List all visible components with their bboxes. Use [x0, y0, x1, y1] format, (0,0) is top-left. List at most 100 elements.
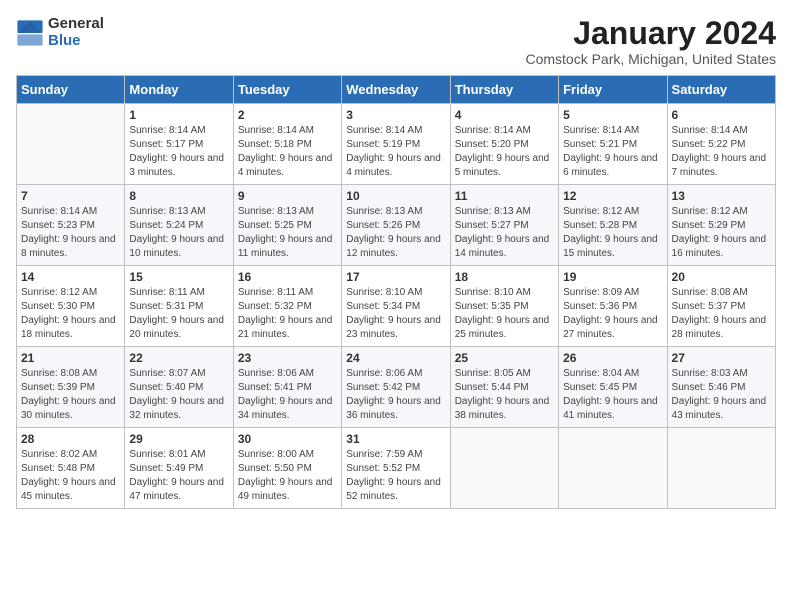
day-info: Sunrise: 8:08 AMSunset: 5:39 PMDaylight:… [21, 367, 120, 423]
day-number: 3 [346, 108, 445, 122]
logo-blue-text: Blue [48, 33, 104, 50]
calendar-cell: 29 Sunrise: 8:01 AMSunset: 5:49 PMDayligh… [125, 428, 233, 509]
day-info: Sunrise: 8:13 AMSunset: 5:27 PMDaylight:… [455, 205, 554, 261]
calendar-week-row: 7 Sunrise: 8:14 AMSunset: 5:23 PMDaylight… [17, 185, 776, 266]
logo: General Blue [16, 16, 104, 49]
logo-icon [16, 19, 44, 47]
day-number: 20 [672, 270, 771, 284]
day-number: 24 [346, 351, 445, 365]
day-info: Sunrise: 8:14 AMSunset: 5:18 PMDaylight:… [238, 124, 337, 180]
calendar-cell: 30Sunrise: 8:00 AMSunset: 5:50 PMDayligh… [233, 428, 341, 509]
calendar-cell: 14 Sunrise: 8:12 AMSunset: 5:30 PMDayligh… [17, 266, 125, 347]
day-info: Sunrise: 8:14 AMSunset: 5:22 PMDaylight:… [672, 124, 771, 180]
day-info: Sunrise: 8:01 AMSunset: 5:49 PMDaylight:… [129, 448, 228, 504]
day-number: 13 [672, 189, 771, 203]
day-number: 19 [563, 270, 662, 284]
day-number: 23 [238, 351, 337, 365]
calendar-cell: 2 Sunrise: 8:14 AMSunset: 5:18 PMDaylight… [233, 104, 341, 185]
day-number: 7 [21, 189, 120, 203]
calendar-cell [559, 428, 667, 509]
calendar-cell: 5 Sunrise: 8:14 AMSunset: 5:21 PMDaylight… [559, 104, 667, 185]
calendar-cell: 6 Sunrise: 8:14 AMSunset: 5:22 PMDaylight… [667, 104, 775, 185]
day-number: 18 [455, 270, 554, 284]
calendar-cell [667, 428, 775, 509]
day-number: 5 [563, 108, 662, 122]
day-info: Sunrise: 8:00 AMSunset: 5:50 PMDaylight:… [238, 448, 337, 504]
calendar-cell: 1Sunrise: 8:14 AMSunset: 5:17 PMDaylight… [125, 104, 233, 185]
header-friday: Friday [559, 76, 667, 104]
day-number: 21 [21, 351, 120, 365]
day-info: Sunrise: 8:14 AMSunset: 5:21 PMDaylight:… [563, 124, 662, 180]
calendar-header-row: SundayMondayTuesdayWednesdayThursdayFrid… [17, 76, 776, 104]
month-title: January 2024 [525, 16, 776, 51]
day-number: 22 [129, 351, 228, 365]
calendar-cell: 25 Sunrise: 8:05 AMSunset: 5:44 PMDayligh… [450, 347, 558, 428]
calendar-cell: 23 Sunrise: 8:06 AMSunset: 5:41 PMDayligh… [233, 347, 341, 428]
calendar-cell: 21 Sunrise: 8:08 AMSunset: 5:39 PMDayligh… [17, 347, 125, 428]
day-info: Sunrise: 8:09 AMSunset: 5:36 PMDaylight:… [563, 286, 662, 342]
day-info: Sunrise: 8:07 AMSunset: 5:40 PMDaylight:… [129, 367, 228, 423]
calendar-cell: 20 Sunrise: 8:08 AMSunset: 5:37 PMDayligh… [667, 266, 775, 347]
day-info: Sunrise: 8:14 AMSunset: 5:23 PMDaylight:… [21, 205, 120, 261]
calendar-cell: 18 Sunrise: 8:10 AMSunset: 5:35 PMDayligh… [450, 266, 558, 347]
calendar-cell: 8 Sunrise: 8:13 AMSunset: 5:24 PMDaylight… [125, 185, 233, 266]
day-number: 2 [238, 108, 337, 122]
calendar-cell [450, 428, 558, 509]
day-info: Sunrise: 8:10 AMSunset: 5:34 PMDaylight:… [346, 286, 445, 342]
day-number: 14 [21, 270, 120, 284]
calendar-week-row: 21 Sunrise: 8:08 AMSunset: 5:39 PMDayligh… [17, 347, 776, 428]
location-subtitle: Comstock Park, Michigan, United States [525, 51, 776, 67]
day-number: 16 [238, 270, 337, 284]
header-thursday: Thursday [450, 76, 558, 104]
day-info: Sunrise: 8:04 AMSunset: 5:45 PMDaylight:… [563, 367, 662, 423]
calendar-cell: 12Sunrise: 8:12 AMSunset: 5:28 PMDayligh… [559, 185, 667, 266]
calendar-cell: 26 Sunrise: 8:04 AMSunset: 5:45 PMDayligh… [559, 347, 667, 428]
day-number: 29 [129, 432, 228, 446]
day-info: Sunrise: 8:10 AMSunset: 5:35 PMDaylight:… [455, 286, 554, 342]
calendar-cell: 27Sunrise: 8:03 AMSunset: 5:46 PMDayligh… [667, 347, 775, 428]
day-info: Sunrise: 7:59 AMSunset: 5:52 PMDaylight:… [346, 448, 445, 504]
header: General Blue January 2024 Comstock Park,… [16, 16, 776, 67]
day-number: 17 [346, 270, 445, 284]
day-info: Sunrise: 8:11 AMSunset: 5:32 PMDaylight:… [238, 286, 337, 342]
logo-general-text: General [48, 16, 104, 33]
day-info: Sunrise: 8:13 AMSunset: 5:24 PMDaylight:… [129, 205, 228, 261]
calendar-cell: 22 Sunrise: 8:07 AMSunset: 5:40 PMDayligh… [125, 347, 233, 428]
calendar-cell: 16 Sunrise: 8:11 AMSunset: 5:32 PMDayligh… [233, 266, 341, 347]
calendar-week-row: 1Sunrise: 8:14 AMSunset: 5:17 PMDaylight… [17, 104, 776, 185]
day-info: Sunrise: 8:14 AMSunset: 5:17 PMDaylight:… [129, 124, 228, 180]
day-number: 4 [455, 108, 554, 122]
day-info: Sunrise: 8:12 AMSunset: 5:30 PMDaylight:… [21, 286, 120, 342]
day-number: 26 [563, 351, 662, 365]
calendar-cell: 9Sunrise: 8:13 AMSunset: 5:25 PMDaylight… [233, 185, 341, 266]
day-number: 8 [129, 189, 228, 203]
day-number: 15 [129, 270, 228, 284]
day-info: Sunrise: 8:08 AMSunset: 5:37 PMDaylight:… [672, 286, 771, 342]
header-sunday: Sunday [17, 76, 125, 104]
day-number: 6 [672, 108, 771, 122]
calendar-cell: 24Sunrise: 8:06 AMSunset: 5:42 PMDayligh… [342, 347, 450, 428]
calendar-cell: 7 Sunrise: 8:14 AMSunset: 5:23 PMDaylight… [17, 185, 125, 266]
calendar-cell [17, 104, 125, 185]
calendar-cell: 13 Sunrise: 8:12 AMSunset: 5:29 PMDayligh… [667, 185, 775, 266]
day-number: 12 [563, 189, 662, 203]
calendar-cell: 11Sunrise: 8:13 AMSunset: 5:27 PMDayligh… [450, 185, 558, 266]
calendar-cell: 15 Sunrise: 8:11 AMSunset: 5:31 PMDayligh… [125, 266, 233, 347]
calendar-table: SundayMondayTuesdayWednesdayThursdayFrid… [16, 75, 776, 509]
header-wednesday: Wednesday [342, 76, 450, 104]
day-info: Sunrise: 8:13 AMSunset: 5:26 PMDaylight:… [346, 205, 445, 261]
day-number: 25 [455, 351, 554, 365]
header-tuesday: Tuesday [233, 76, 341, 104]
day-number: 10 [346, 189, 445, 203]
calendar-cell: 28Sunrise: 8:02 AMSunset: 5:48 PMDayligh… [17, 428, 125, 509]
day-info: Sunrise: 8:06 AMSunset: 5:41 PMDaylight:… [238, 367, 337, 423]
header-saturday: Saturday [667, 76, 775, 104]
calendar-cell: 4Sunrise: 8:14 AMSunset: 5:20 PMDaylight… [450, 104, 558, 185]
header-monday: Monday [125, 76, 233, 104]
day-info: Sunrise: 8:05 AMSunset: 5:44 PMDaylight:… [455, 367, 554, 423]
day-number: 28 [21, 432, 120, 446]
logo-text: General Blue [48, 16, 104, 49]
day-number: 31 [346, 432, 445, 446]
day-info: Sunrise: 8:12 AMSunset: 5:29 PMDaylight:… [672, 205, 771, 261]
day-info: Sunrise: 8:11 AMSunset: 5:31 PMDaylight:… [129, 286, 228, 342]
